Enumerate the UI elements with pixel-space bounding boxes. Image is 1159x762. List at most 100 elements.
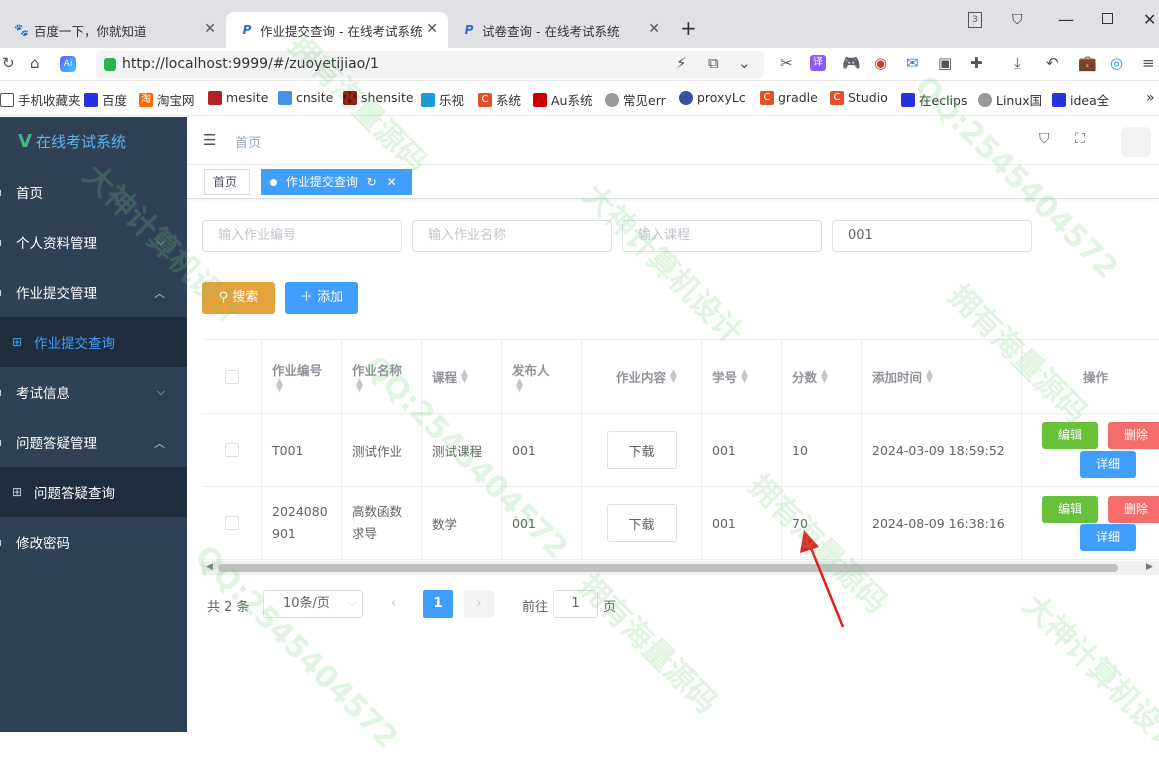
detail-button[interactable]: 详细 xyxy=(1080,524,1136,551)
browser-tab-homework[interactable]: P 作业提交查询 - 在线考试系统 ✕ xyxy=(226,12,448,48)
close-window-icon[interactable]: ✕ xyxy=(1143,10,1156,29)
bookmark-item[interactable]: Au系统 xyxy=(533,90,592,109)
sidebar-item-homework[interactable]: ▪ 作业提交管理 ︿ xyxy=(0,267,187,317)
sort-icon[interactable]: ▲ ▼ xyxy=(276,378,283,394)
maximize-icon[interactable] xyxy=(1102,13,1113,24)
undo-icon[interactable]: ↶ xyxy=(1046,54,1059,72)
breadcrumb[interactable]: 首页 xyxy=(235,132,261,151)
new-tab-button[interactable]: + xyxy=(680,16,697,40)
game-icon[interactable]: 🎮 xyxy=(842,54,861,72)
sort-icon[interactable]: ▲ ▼ xyxy=(926,368,933,384)
bookmark-item[interactable]: idea全 xyxy=(1052,90,1109,109)
table-header[interactable]: 作业名称 ▲ ▼ xyxy=(342,340,422,414)
sidebar-item-exam[interactable]: ▪ 考试信息 ⌵ xyxy=(0,367,187,417)
tag-homework-query[interactable]: 作业提交查询 ↻ ✕ xyxy=(261,169,412,195)
hamburger-icon[interactable]: ☰ xyxy=(203,131,216,149)
bookmark-item[interactable]: 淘淘宝网 xyxy=(139,90,195,109)
bookmark-item[interactable]: 手机收藏夹 xyxy=(0,90,81,109)
scissors-icon[interactable]: ✂ xyxy=(780,54,793,72)
search-button[interactable]: ⚲ 搜索 xyxy=(202,282,275,314)
tag-home[interactable]: 首页 xyxy=(204,169,250,195)
table-header[interactable]: 分数 ▲ ▼ xyxy=(782,340,862,414)
minimize-icon[interactable]: — xyxy=(1058,10,1074,29)
browser-tab-exam[interactable]: P 试卷查询 - 在线考试系统 ✕ xyxy=(448,12,670,48)
browser-tab-baidu[interactable]: 🐾 百度一下，你就知道 ✕ xyxy=(0,12,226,48)
bookmark-item[interactable]: cnsite xyxy=(278,90,333,105)
row-checkbox[interactable] xyxy=(224,443,239,457)
table-header[interactable]: 发布人 ▲ ▼ xyxy=(502,340,582,414)
sidebar-item-profile[interactable]: ▪ 个人资料管理 ⌵ xyxy=(0,217,187,267)
menu-icon[interactable]: ≡ xyxy=(1142,54,1155,72)
download-icon[interactable]: ⤓ xyxy=(1014,54,1021,72)
bookmark-item[interactable]: 常见err xyxy=(605,90,666,109)
homework-no-input[interactable]: 输入作业编号 xyxy=(202,220,402,252)
copy-icon[interactable]: ⧉ xyxy=(708,54,719,72)
sidebar-item-qa[interactable]: ▪ 问题答疑管理 ︿ xyxy=(0,417,187,467)
horizontal-scrollbar[interactable]: ◀ ▶ xyxy=(202,561,1159,575)
scrollbar-thumb[interactable] xyxy=(218,564,1118,572)
sort-icon[interactable]: ▲ ▼ xyxy=(356,378,363,394)
student-no-input[interactable]: 001 xyxy=(832,220,1032,252)
edit-button[interactable]: 编辑 xyxy=(1042,496,1098,523)
sidebar-item-homework-query[interactable]: ⊞ 作业提交查询 xyxy=(0,317,187,367)
fullscreen-icon[interactable]: ⛶ xyxy=(1075,131,1085,147)
briefcase-icon[interactable]: 💼 xyxy=(1078,54,1097,72)
delete-button[interactable]: 删除 xyxy=(1108,422,1159,449)
translate-icon[interactable]: 译 xyxy=(810,55,826,71)
select-all-checkbox[interactable] xyxy=(224,369,239,384)
page-number-current[interactable]: 1 xyxy=(423,590,453,618)
reader-icon[interactable]: ▣ xyxy=(938,54,952,72)
sidebar-item-qa-query[interactable]: ⊞ 问题答疑查询 xyxy=(0,467,187,517)
lightning-icon[interactable]: ⚡ xyxy=(676,54,687,72)
course-input[interactable]: 输入课程 xyxy=(622,220,822,252)
sort-icon[interactable]: ▲ ▼ xyxy=(516,378,523,394)
sidebar-item-home[interactable]: ▪ 首页 xyxy=(0,167,187,217)
extensions-icon[interactable]: ✚ xyxy=(970,54,983,72)
sort-icon[interactable]: ▲ ▼ xyxy=(741,368,748,384)
sort-icon[interactable]: ▲ ▼ xyxy=(821,368,828,384)
close-icon[interactable]: ✕ xyxy=(648,21,660,37)
ai-icon[interactable]: Ai xyxy=(60,56,76,72)
close-icon[interactable]: ✕ xyxy=(387,175,397,189)
page-size-select[interactable]: 10条/页 ⌵ xyxy=(263,590,363,618)
bookmark-item[interactable]: C 系统 xyxy=(478,90,521,109)
prev-page-icon[interactable]: ‹ xyxy=(391,596,396,611)
bookmark-item[interactable]: 百度 xyxy=(84,90,127,109)
bookmark-item[interactable]: C Studio xyxy=(830,90,888,105)
shirt-icon[interactable]: ⛉ xyxy=(1012,12,1023,28)
bookmark-item[interactable]: Cgradle xyxy=(760,90,818,105)
bookmark-item[interactable]: 在eclips xyxy=(901,90,967,109)
scroll-right-icon[interactable]: ▶ xyxy=(1146,562,1153,572)
scroll-left-icon[interactable]: ◀ xyxy=(206,562,213,572)
row-checkbox[interactable] xyxy=(224,516,239,530)
table-header[interactable]: 课程 ▲ ▼ xyxy=(422,340,502,414)
tab-counter-icon[interactable]: 3 xyxy=(968,12,982,28)
close-icon[interactable]: ✕ xyxy=(204,21,216,37)
chevron-down-icon[interactable]: ⌄ xyxy=(738,54,751,72)
bookmark-item[interactable]: Linux国 xyxy=(978,90,1042,109)
detail-button[interactable]: 详细 xyxy=(1080,451,1136,478)
mail-icon[interactable]: ✉ xyxy=(906,54,919,72)
download-button[interactable]: 下载 xyxy=(606,504,677,542)
bookmarks-more-button[interactable]: » xyxy=(1146,90,1155,106)
table-header[interactable]: 作业编号 ▲ ▼ xyxy=(262,340,342,414)
shirt-icon[interactable]: ⛉ xyxy=(1039,131,1050,147)
table-header[interactable]: 添加时间 ▲ ▼ xyxy=(862,340,1022,414)
home-icon[interactable]: ⌂ xyxy=(30,54,40,72)
refresh-icon[interactable]: ↻ xyxy=(367,175,377,189)
browser-logo-icon[interactable]: ◎ xyxy=(1110,54,1123,72)
reload-icon[interactable]: ↻ xyxy=(2,54,15,72)
download-button[interactable]: 下载 xyxy=(606,431,677,469)
avatar[interactable] xyxy=(1121,127,1151,157)
bookmark-item[interactable]: shensite xyxy=(343,90,414,105)
close-icon[interactable]: ✕ xyxy=(426,21,438,37)
table-header[interactable]: 作业内容 ▲ ▼ xyxy=(582,340,702,414)
edit-button[interactable]: 编辑 xyxy=(1042,422,1098,449)
next-page-icon[interactable]: › xyxy=(464,590,494,618)
bookmark-item[interactable]: proxyLc xyxy=(679,90,746,105)
sort-icon[interactable]: ▲ ▼ xyxy=(461,368,468,384)
weibo-icon[interactable]: ◉ xyxy=(874,54,887,72)
bookmark-item[interactable]: mesite xyxy=(208,90,268,105)
url-input[interactable]: http://localhost:9999/#/zuoyetijiao/1 xyxy=(96,51,764,78)
goto-page-input[interactable]: 1 xyxy=(553,590,598,618)
